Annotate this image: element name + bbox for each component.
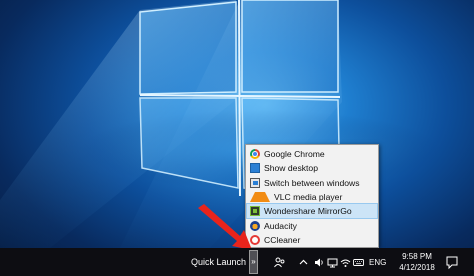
show-desktop-icon (250, 163, 260, 174)
quick-launch-chevron-button[interactable]: » (249, 250, 258, 274)
people-icon[interactable] (274, 257, 285, 268)
menu-item-label: Audacity (264, 220, 297, 231)
menu-item-ccleaner[interactable]: CCleaner (247, 233, 377, 247)
red-pointer-arrow-icon (198, 204, 252, 250)
volume-icon[interactable] (314, 257, 325, 268)
menu-item-show-desktop[interactable]: Show desktop (247, 161, 377, 175)
clock-date[interactable]: 4/12/2018 (397, 263, 437, 272)
language-indicator[interactable]: ENG (369, 258, 386, 267)
menu-item-label: Google Chrome (264, 149, 325, 160)
menu-item-google-chrome[interactable]: Google Chrome (247, 147, 377, 161)
vlc-icon (250, 192, 270, 203)
taskbar: Quick Launch » ENG 9:58 PM 4/12/2018 (0, 248, 474, 276)
menu-item-switch-between-windows[interactable]: Switch between windows (247, 176, 377, 190)
menu-item-label: Show desktop (264, 163, 318, 174)
menu-item-wondershare-mirrorgo[interactable]: Wondershare MirrorGo (246, 203, 378, 220)
clock-time[interactable]: 9:58 PM (399, 252, 435, 261)
quick-launch-toolbar-label[interactable]: Quick Launch (191, 257, 246, 267)
menu-item-label: Wondershare MirrorGo (264, 206, 352, 217)
keyboard-icon[interactable] (353, 257, 364, 268)
quick-launch-menu: Google Chrome Show desktop Switch betwee… (245, 144, 379, 248)
menu-item-label: Switch between windows (264, 177, 360, 188)
menu-item-vlc-media-player[interactable]: VLC media player (247, 190, 377, 204)
menu-item-label: CCleaner (264, 234, 301, 245)
chevron-up-icon[interactable] (298, 257, 309, 268)
menu-item-audacity[interactable]: Audacity (247, 218, 377, 232)
network-icon[interactable] (327, 257, 338, 268)
menu-item-label: VLC media player (274, 192, 343, 203)
wifi-icon[interactable] (340, 257, 351, 268)
chrome-icon (250, 149, 260, 160)
notification-center-icon[interactable] (444, 252, 460, 272)
switch-windows-icon (250, 177, 260, 188)
